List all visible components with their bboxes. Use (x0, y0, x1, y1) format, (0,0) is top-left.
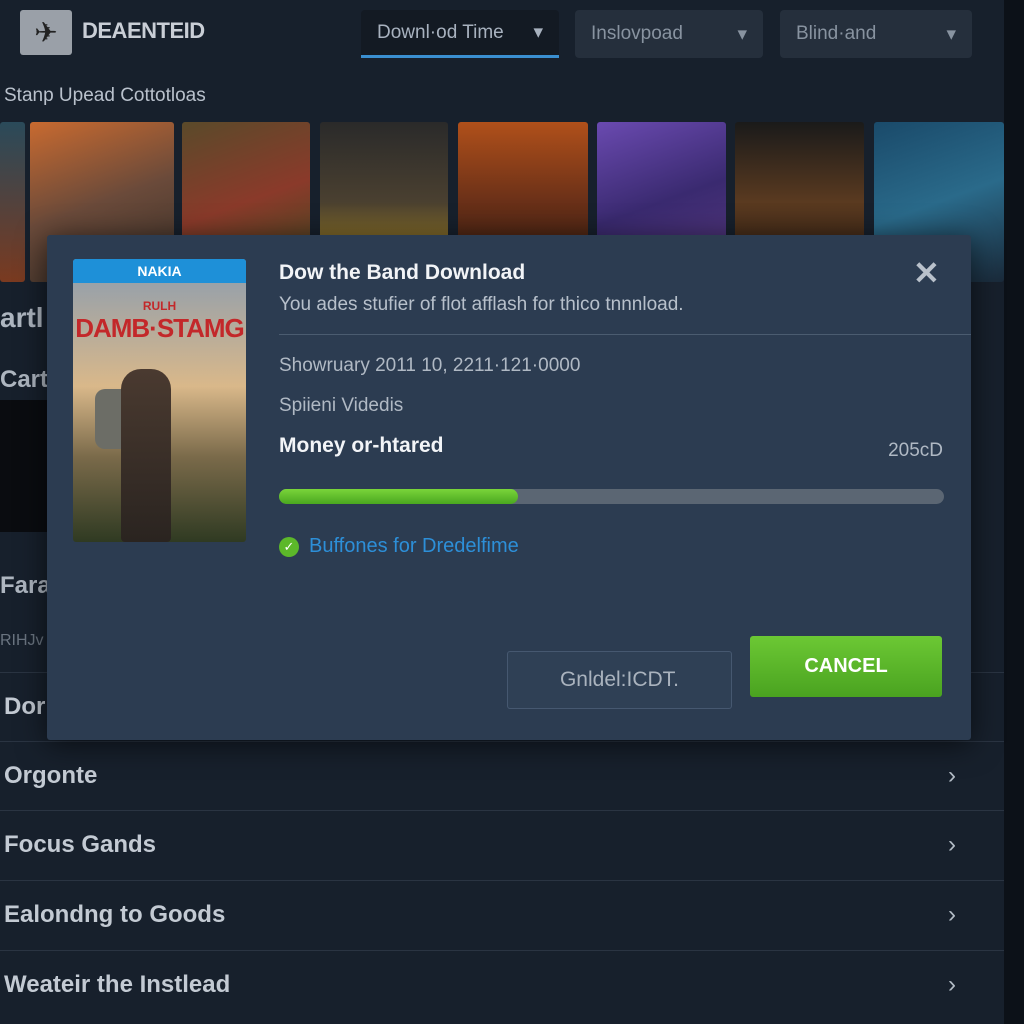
game-thumbnail[interactable] (0, 122, 25, 282)
divider (279, 334, 971, 335)
dropdown-3[interactable]: Blind·and ▾ (780, 10, 972, 58)
game-poster: NAKIA RULH DAMB·STAMG (73, 259, 246, 542)
chevron-right-icon: › (948, 970, 956, 998)
progress-bar (279, 489, 944, 504)
secondary-button[interactable]: Gnldel:ICDT. (507, 651, 732, 709)
chevron-down-icon: ▾ (533, 22, 543, 43)
poster-title: DAMB·STAMG (75, 313, 245, 343)
list-item[interactable]: Ealondng to Goods › (0, 880, 1004, 948)
list-item-label: Focus Gands (4, 830, 157, 858)
dropdown-2[interactable]: Inslovpoad ▾ (575, 10, 763, 58)
poster-subtitle: RULH (142, 299, 177, 313)
item-name: Money or-htared (279, 434, 444, 457)
side-label: artl (0, 302, 44, 333)
section-title: Stanp Upead Cottotloas (4, 85, 206, 106)
dropdown-label: Downl·od Time (377, 21, 504, 43)
list-item-label: Ealondng to Goods (4, 900, 226, 928)
side-thumbnail (0, 400, 47, 532)
download-size: 205cD (888, 440, 943, 461)
chevron-right-icon: › (948, 761, 956, 789)
chevron-down-icon: ▾ (737, 23, 747, 45)
cancel-button[interactable]: CANCEL (750, 636, 942, 697)
status-text: Buffones for Dredelfime (309, 535, 519, 557)
chevron-right-icon: › (948, 900, 956, 928)
release-date: Showruary 2011 10, 2211·121·0000 (279, 355, 581, 376)
brand-name: DEAENTEID (82, 18, 205, 43)
download-dialog: NAKIA RULH DAMB·STAMG Dow the Band Downl… (47, 235, 971, 740)
window-edge (1004, 0, 1024, 1024)
list-item[interactable]: Weateir the Instlead › (0, 950, 1004, 1018)
content-type: Spiieni Videdis (279, 395, 404, 416)
dialog-subtitle: You ades stufier of flot afflash for thi… (279, 294, 684, 315)
close-icon[interactable]: ✕ (913, 257, 940, 289)
dropdown-download-time[interactable]: Downl·od Time ▾ (361, 10, 559, 58)
list-item-label: Dor (4, 692, 46, 720)
progress-fill (279, 489, 519, 504)
list-item[interactable]: Focus Gands › (0, 810, 1004, 878)
list-item[interactable]: Orgonte › (0, 741, 1004, 809)
chevron-right-icon: › (948, 830, 956, 858)
poster-band: NAKIA (73, 259, 246, 283)
dropdown-label: Blind·and (796, 23, 877, 44)
list-item-label: Weateir the Instlead (4, 970, 231, 998)
side-label: Fara (0, 572, 51, 599)
side-label: RIHJv (0, 632, 44, 649)
brand-logo-icon: ✈ (20, 10, 72, 55)
check-icon: ✓ (279, 537, 299, 557)
dialog-title: Dow the Band Download (279, 261, 526, 284)
dropdown-label: Inslovpoad (591, 23, 683, 44)
list-item-label: Orgonte (4, 761, 98, 789)
chevron-down-icon: ▾ (946, 23, 956, 45)
poster-figure (121, 369, 171, 542)
